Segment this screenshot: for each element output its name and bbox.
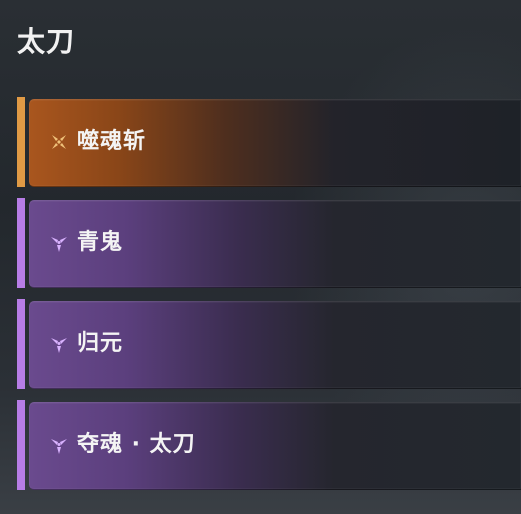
skill-rarity-bar — [17, 400, 25, 490]
tri-petal-icon — [51, 237, 67, 252]
skill-name: 夺魂 · 太刀 — [77, 432, 196, 457]
skill-item-1[interactable]: 噬魂斩 — [17, 97, 521, 187]
skill-rarity-bar — [17, 299, 25, 389]
skill-rarity-bar — [17, 198, 25, 288]
skill-name: 青鬼 — [77, 230, 124, 255]
skill-name: 归元 — [77, 331, 124, 356]
skill-item-2[interactable]: 青鬼 — [17, 198, 521, 288]
skill-rarity-bar — [17, 97, 25, 187]
skill-item-3[interactable]: 归元 — [17, 299, 521, 389]
section-title: 太刀 — [17, 25, 76, 58]
tri-petal-icon — [51, 338, 67, 353]
tri-petal-icon — [51, 439, 67, 454]
quad-petal-icon — [52, 135, 66, 149]
skill-list: 噬魂斩 青鬼 归元 夺魂 · 太刀 — [17, 97, 521, 501]
skill-name: 噬魂斩 — [77, 129, 147, 154]
skill-item-4[interactable]: 夺魂 · 太刀 — [17, 400, 521, 490]
